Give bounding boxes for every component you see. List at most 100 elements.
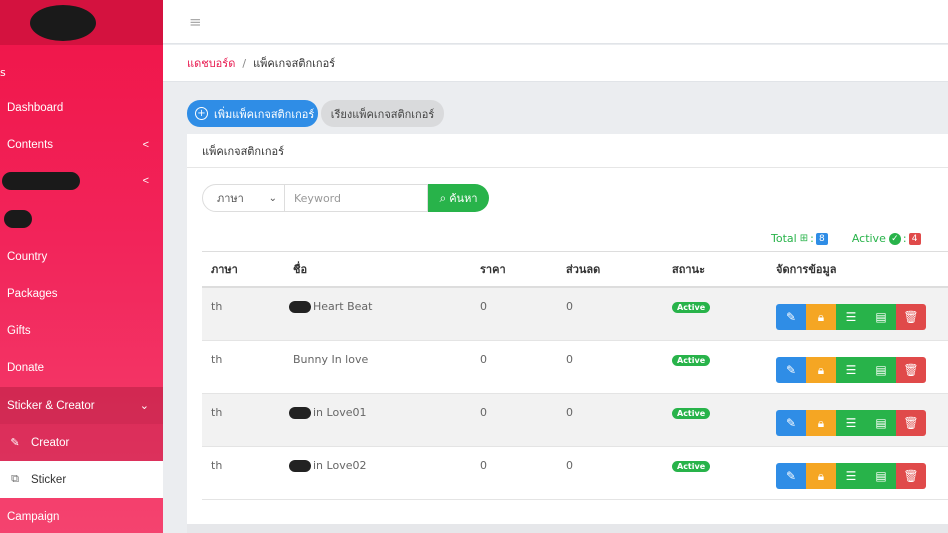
document-button[interactable]: ▤ <box>866 410 896 436</box>
col-header-lang[interactable]: ภาษา <box>202 260 293 278</box>
active-label: Active <box>851 232 886 245</box>
cell-name: in Love02 <box>289 447 480 499</box>
lock-button[interactable]: 🔒︎ <box>806 357 836 383</box>
list-button[interactable]: ☰ <box>836 304 866 330</box>
sidebar-item-contents[interactable]: Contents < <box>0 126 163 163</box>
sidebar-item-sticker-creator[interactable]: Sticker & Creator ⌄ <box>0 387 163 424</box>
breadcrumb-home[interactable]: แดชบอร์ด <box>187 54 235 72</box>
status-badge: Active <box>672 408 711 419</box>
sidebar-item-label: Donate <box>7 361 45 374</box>
cell-lang: th <box>211 300 223 313</box>
delete-button[interactable]: 🗑︎ <box>896 357 926 383</box>
lock-button[interactable]: 🔒︎ <box>806 463 836 489</box>
cell-discount: 0 <box>566 353 573 366</box>
sidebar-header <box>0 0 163 45</box>
trash-icon: 🗑︎ <box>903 363 919 377</box>
status-summary: Total ⊞ : 8 Active ✓ : 4 In <box>771 232 948 245</box>
document-button[interactable]: ▤ <box>866 463 896 489</box>
edit-button[interactable]: ✎ <box>776 304 806 330</box>
sidebar-item-country[interactable]: Country <box>0 238 163 275</box>
cell-status: Active <box>672 341 776 393</box>
sidebar-item-label: Sticker & Creator <box>7 399 95 412</box>
document-button[interactable]: ▤ <box>866 304 896 330</box>
list-button[interactable]: ☰ <box>836 357 866 383</box>
cell-actions: ✎ 🔒︎ ☰ ▤ 🗑︎ <box>776 288 948 340</box>
sidebar-item-packages[interactable]: Packages <box>0 275 163 312</box>
cell-name: Heart Beat <box>289 288 480 340</box>
document-button[interactable]: ▤ <box>866 357 896 383</box>
edit-button[interactable]: ✎ <box>776 410 806 436</box>
lock-icon: 🔒︎ <box>817 468 825 483</box>
redacted-label <box>4 209 32 228</box>
hamburger-menu-icon[interactable]: ≡ <box>189 13 202 31</box>
chevron-down-icon: ⌄ <box>268 192 277 204</box>
lock-button[interactable]: 🔒︎ <box>806 304 836 330</box>
add-sticker-package-button[interactable]: + เพิ่มแพ็คเกจสติกเกอร์ <box>187 100 318 127</box>
cell-discount: 0 <box>566 459 573 472</box>
document-icon: ▤ <box>875 416 887 430</box>
col-header-price[interactable]: ราคา <box>480 260 566 278</box>
col-header-discount[interactable]: ส่วนลด <box>566 260 672 278</box>
sidebar: s Dashboard Contents < < Country Package… <box>0 0 163 533</box>
table-row: th Heart Beat 0 0 Active ✎ 🔒︎ ☰ ▤ 🗑︎ <box>202 288 948 341</box>
sticker-package-card: แพ็คเกจสติกเกอร์ ภาษา ⌄ ⌕ ค้นหา Total ⊞ … <box>187 134 948 524</box>
sort-sticker-package-button[interactable]: เรียงแพ็คเกจสติกเกอร์ <box>321 100 444 127</box>
sidebar-item-campaign[interactable]: Campaign <box>0 498 163 533</box>
sidebar-item-label: Dashboard <box>7 101 64 114</box>
search-button[interactable]: ⌕ ค้นหา <box>428 184 489 212</box>
cell-price: 0 <box>480 300 487 313</box>
list-icon: ☰ <box>845 469 857 483</box>
status-badge: Active <box>672 302 711 313</box>
sidebar-item-label: Contents <box>7 138 54 151</box>
trash-icon: 🗑︎ <box>903 416 919 430</box>
lock-icon: 🔒︎ <box>817 415 825 430</box>
add-button-label: เพิ่มแพ็คเกจสติกเกอร์ <box>214 107 315 121</box>
language-select[interactable]: ภาษา ⌄ <box>202 184 285 212</box>
pencil-icon: ✎ <box>10 437 20 449</box>
search-icon: ⌕ <box>439 190 447 205</box>
list-button[interactable]: ☰ <box>836 463 866 489</box>
sidebar-section-label: s <box>0 66 6 79</box>
cell-discount: 0 <box>566 300 573 313</box>
edit-button[interactable]: ✎ <box>776 463 806 489</box>
sidebar-item-hidden[interactable] <box>0 200 163 237</box>
redacted-label <box>2 171 80 190</box>
sidebar-item-gifts[interactable]: Gifts <box>0 312 163 349</box>
sidebar-item-label: Campaign <box>7 510 60 523</box>
list-button[interactable]: ☰ <box>836 410 866 436</box>
status-badge: Active <box>672 461 711 472</box>
cell-name: Bunny In love <box>293 353 369 366</box>
sidebar-item-label: Country <box>7 250 48 263</box>
sidebar-item-creator[interactable]: ✎ Creator <box>0 424 163 461</box>
language-select-value: ภาษา <box>217 192 244 205</box>
sidebar-item-dashboard[interactable]: Dashboard <box>0 89 163 126</box>
document-icon: ▤ <box>875 469 887 483</box>
cell-lang: th <box>211 406 223 419</box>
edit-button[interactable]: ✎ <box>776 357 806 383</box>
sidebar-item-donate[interactable]: Donate <box>0 349 163 386</box>
breadcrumb-current: แพ็คเกจสติกเกอร์ <box>253 57 336 70</box>
edit-icon: ✎ <box>785 363 797 377</box>
trash-icon: 🗑︎ <box>903 310 919 324</box>
col-header-status[interactable]: สถานะ <box>672 260 776 278</box>
redacted-name <box>289 460 311 472</box>
cell-status: Active <box>672 447 776 499</box>
cell-discount: 0 <box>566 406 573 419</box>
sidebar-item-label: Packages <box>7 287 58 300</box>
sidebar-item-sticker[interactable]: ⧉ Sticker <box>0 461 163 498</box>
delete-button[interactable]: 🗑︎ <box>896 463 926 489</box>
cell-price: 0 <box>480 353 487 366</box>
lock-button[interactable]: 🔒︎ <box>806 410 836 436</box>
sidebar-item-label: Creator <box>31 436 70 449</box>
delete-button[interactable]: 🗑︎ <box>896 304 926 330</box>
chevron-down-icon: ⌄ <box>139 400 149 412</box>
total-label: Total <box>771 232 797 245</box>
logo[interactable] <box>30 5 96 41</box>
keyword-input[interactable] <box>285 184 428 212</box>
sidebar-item-label: Gifts <box>7 324 31 337</box>
lock-icon: 🔒︎ <box>817 309 825 324</box>
sidebar-item-hidden-group[interactable]: < <box>0 162 163 199</box>
redacted-name <box>289 301 311 313</box>
delete-button[interactable]: 🗑︎ <box>896 410 926 436</box>
col-header-name[interactable]: ชื่อ <box>293 260 480 278</box>
